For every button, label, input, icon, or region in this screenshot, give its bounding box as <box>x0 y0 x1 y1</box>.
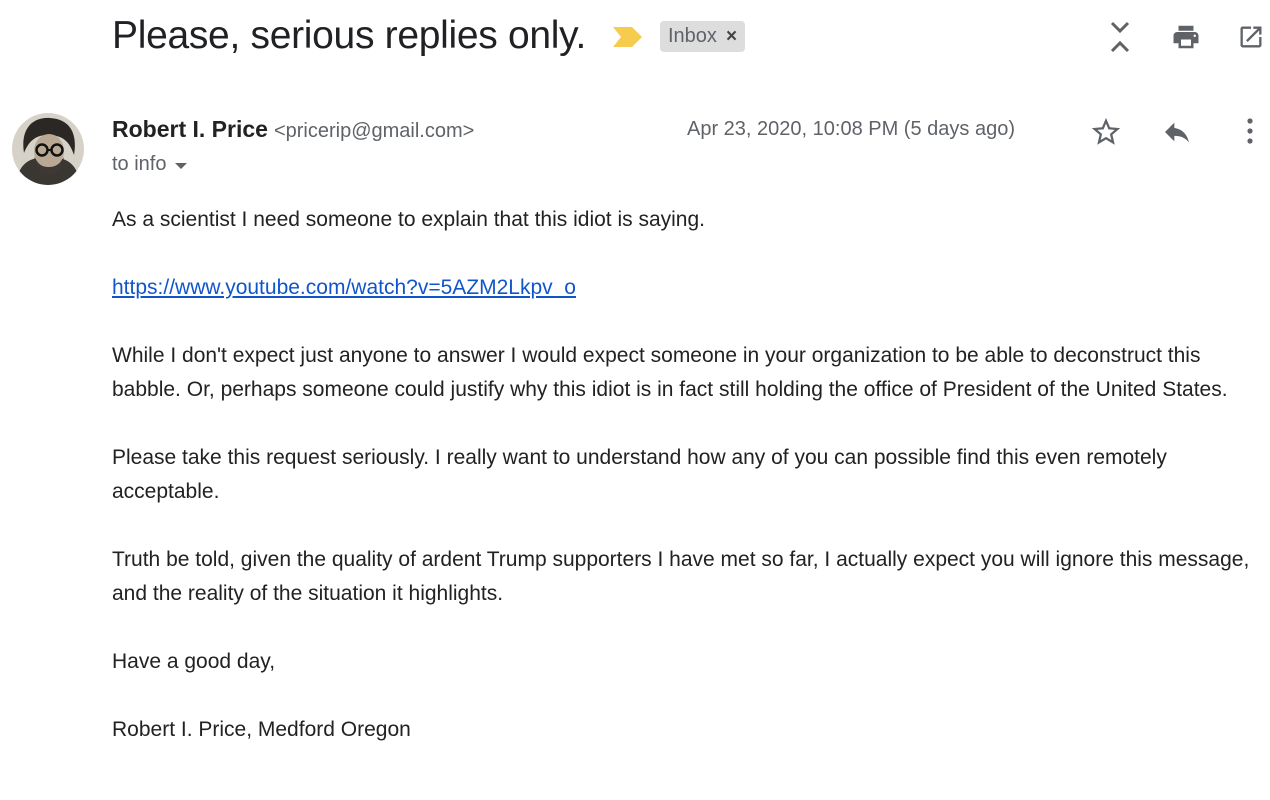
sender-line: Robert I. Price <pricerip@gmail.com> <box>112 116 474 143</box>
message-date: Apr 23, 2020, 10:08 PM (5 days ago) <box>687 118 1015 140</box>
more-vert-icon[interactable] <box>1238 116 1262 148</box>
star-icon[interactable] <box>1089 115 1123 149</box>
importance-marker-icon[interactable] <box>613 27 643 47</box>
body-paragraph: Truth be told, given the quality of arde… <box>112 548 1250 605</box>
open-in-new-window-icon[interactable] <box>1237 23 1265 51</box>
remove-label-icon[interactable]: × <box>726 26 737 48</box>
body-paragraph: Please take this request seriously. I re… <box>112 446 1167 503</box>
label-text: Inbox <box>668 25 717 47</box>
recipients-text: to info <box>112 153 167 175</box>
inbox-label-chip: Inbox × <box>660 21 746 52</box>
sender-email: <pricerip@gmail.com> <box>273 120 475 142</box>
body-paragraph: While I don't expect just anyone to answ… <box>112 344 1228 401</box>
signature: Robert I. Price, Medford Oregon <box>112 718 411 741</box>
sender-avatar[interactable] <box>12 113 84 185</box>
youtube-link[interactable]: https://www.youtube.com/watch?v=5AZM2Lkp… <box>112 276 576 299</box>
recipients-toggle[interactable]: to info <box>112 153 188 176</box>
message-body: As a scientist I need someone to explain… <box>112 203 1262 781</box>
print-icon[interactable] <box>1171 22 1201 52</box>
sender-name[interactable]: Robert I. Price <box>112 116 268 142</box>
thread-subject: Please, serious replies only. <box>112 14 586 57</box>
body-paragraph: Have a good day, <box>112 650 276 673</box>
expand-collapse-icon[interactable] <box>1107 19 1133 55</box>
dropdown-caret-icon[interactable] <box>175 163 188 169</box>
body-link-paragraph: https://www.youtube.com/watch?v=5AZM2Lkp… <box>112 271 1262 305</box>
reply-icon[interactable] <box>1160 116 1194 148</box>
body-paragraph: As a scientist I need someone to explain… <box>112 208 705 231</box>
